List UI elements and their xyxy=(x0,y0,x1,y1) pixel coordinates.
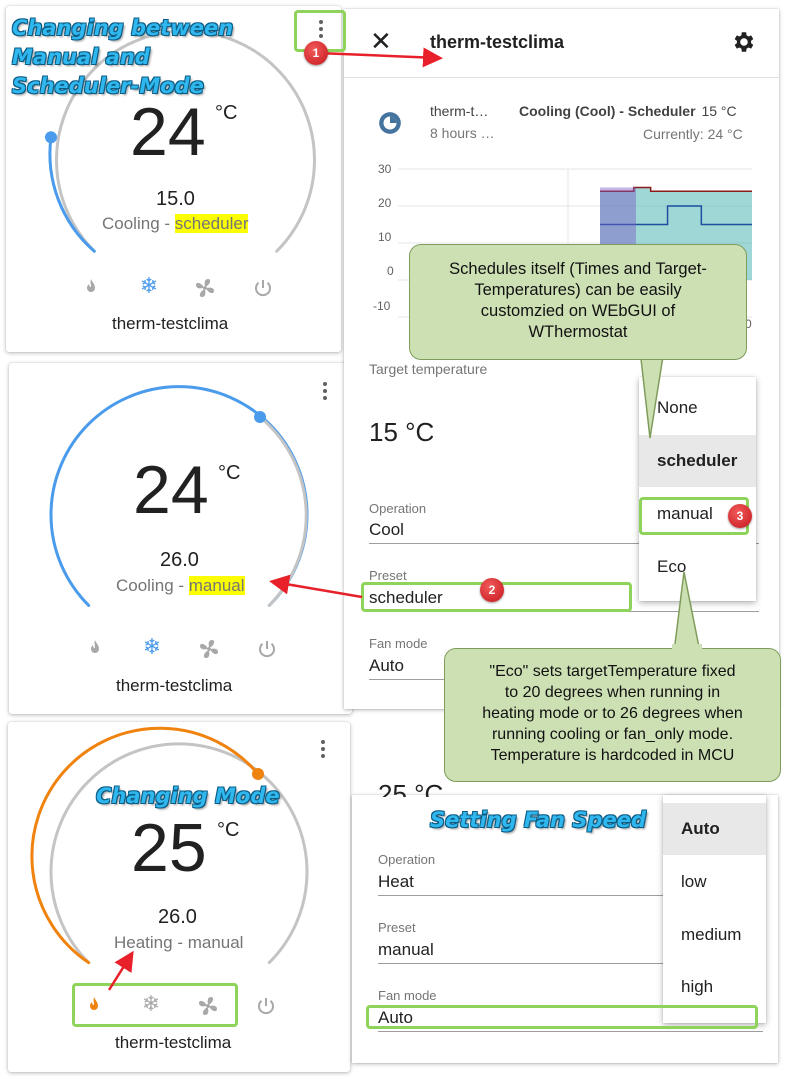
step-badge-1: 1 xyxy=(304,41,328,65)
step-badge-3: 3 xyxy=(728,504,752,528)
annotation-arrows xyxy=(107,47,443,991)
step-badge-2: 2 xyxy=(480,578,504,602)
